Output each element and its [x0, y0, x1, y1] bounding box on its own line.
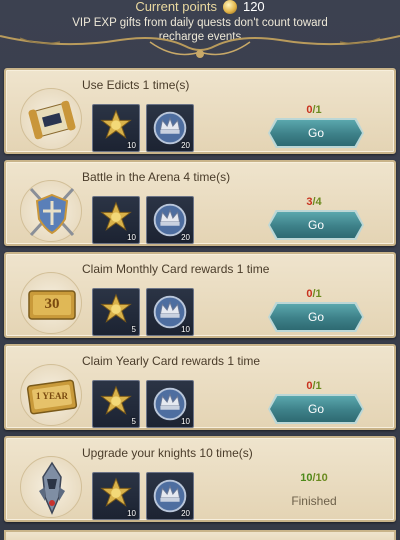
task-title: Battle in the Arena 4 time(s) [82, 170, 231, 184]
progress-total: 1 [315, 380, 322, 392]
task-card: Battle in the Arena 4 time(s) 10 20 3/4 Go [4, 160, 396, 246]
finished-status: Finished [291, 494, 337, 508]
go-button[interactable]: Go [270, 212, 362, 238]
reward-slot[interactable]: 10 [146, 380, 194, 428]
task-icon-frame [20, 456, 82, 518]
reward-slot[interactable]: 10 [92, 196, 140, 244]
go-button[interactable]: Go [270, 120, 362, 146]
task-title: Claim Monthly Card rewards 1 time [82, 262, 270, 276]
yearly-card-icon: 1 YEAR [21, 365, 81, 432]
next-task-card-partial [4, 530, 396, 540]
progress-total: 10 [315, 472, 328, 484]
reward-slot[interactable]: 20 [146, 104, 194, 152]
reward-quantity: 5 [131, 417, 136, 426]
progress-current: 10 [300, 472, 313, 484]
header-ornament [0, 35, 400, 58]
reward-quantity: 5 [131, 325, 136, 334]
progress-total: 4 [315, 196, 322, 208]
task-icon-frame: 30 [20, 272, 82, 334]
task-icon-frame: 1 YEAR [20, 364, 82, 426]
reward-slot[interactable]: 20 [146, 472, 194, 520]
reward-quantity: 20 [181, 233, 190, 242]
go-button[interactable]: Go [270, 304, 362, 330]
coin-icon [222, 0, 237, 14]
points-row: Current points 120 [0, 0, 400, 14]
task-progress: 10/10 [274, 472, 354, 484]
reward-slot[interactable]: 5 [92, 288, 140, 336]
task-card: 30 Claim Monthly Card rewards 1 time 5 10 0/… [4, 252, 396, 338]
task-card: 1 YEAR Claim Yearly Card rewards 1 time 5 1… [4, 344, 396, 430]
task-progress: 0/1 [274, 288, 354, 300]
reward-slot[interactable]: 10 [92, 472, 140, 520]
task-title: Upgrade your knights 10 time(s) [82, 446, 253, 460]
progress-total: 1 [315, 104, 322, 116]
reward-slot[interactable]: 20 [146, 196, 194, 244]
task-title: Use Edicts 1 time(s) [82, 78, 190, 92]
task-progress: 0/1 [274, 380, 354, 392]
card-label: 1 YEAR [36, 390, 68, 401]
reward-quantity: 10 [127, 233, 136, 242]
reward-quantity: 20 [181, 141, 190, 150]
reward-slot[interactable]: 10 [92, 104, 140, 152]
task-icon-frame [20, 180, 82, 242]
header: Current points 120 VIP EXP gifts from da… [0, 0, 400, 66]
reward-quantity: 10 [181, 417, 190, 426]
reward-quantity: 10 [181, 325, 190, 334]
points-label: Current points [135, 0, 217, 14]
task-title: Claim Yearly Card rewards 1 time [82, 354, 261, 368]
task-card: Use Edicts 1 time(s) 10 20 0/1 Go [4, 68, 396, 154]
knight-icon [21, 457, 81, 524]
reward-quantity: 10 [127, 509, 136, 518]
reward-slot[interactable]: 10 [146, 288, 194, 336]
card-label: 30 [44, 295, 60, 312]
scroll-icon [21, 89, 81, 156]
go-button[interactable]: Go [270, 396, 362, 422]
task-progress: 0/1 [274, 104, 354, 116]
progress-total: 1 [315, 288, 322, 300]
task-icon-frame [20, 88, 82, 150]
task-progress: 3/4 [274, 196, 354, 208]
task-card: Upgrade your knights 10 time(s) 10 20 10/10… [4, 436, 396, 522]
points-value: 120 [242, 0, 265, 14]
reward-quantity: 10 [127, 141, 136, 150]
reward-slot[interactable]: 5 [92, 380, 140, 428]
monthly-card-icon: 30 [21, 273, 81, 340]
shield-swords-icon [21, 181, 81, 248]
reward-quantity: 20 [181, 509, 190, 518]
